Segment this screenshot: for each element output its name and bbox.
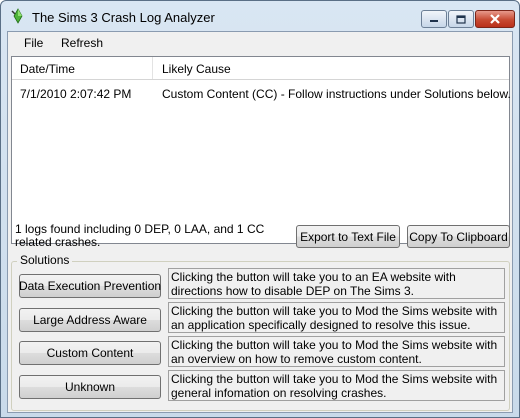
window-title: The Sims 3 Crash Log Analyzer [32,10,215,25]
column-header-cause[interactable]: Likely Cause [154,57,509,79]
sims-plumbob-icon [11,8,23,24]
crash-log-list[interactable]: Date/Time Likely Cause 7/1/2010 2:07:42 … [11,56,511,244]
solutions-label: Solutions [17,253,73,267]
copy-to-clipboard-button[interactable]: Copy To Clipboard [407,225,510,248]
close-icon [490,14,500,24]
status-text: 1 logs found including 0 DEP, 0 LAA, and… [15,222,265,249]
list-row[interactable]: 7/1/2010 2:07:42 PM Custom Content (CC) … [12,84,511,101]
app-window: The Sims 3 Crash Log Analyzer File Refre… [0,0,520,418]
dep-solution-button[interactable]: Data Execution Prevention [19,274,161,298]
unknown-solution-button[interactable]: Unknown [19,375,161,399]
laa-solution-button[interactable]: Large Address Aware [19,308,161,332]
row-date: 7/1/2010 2:07:42 PM [20,87,132,101]
row-cause: Custom Content (CC) - Follow instruction… [162,87,511,101]
laa-solution-description: Clicking the button will take you to Mod… [168,302,505,333]
menu-refresh[interactable]: Refresh [61,36,103,50]
dep-solution-description: Clicking the button will take you to an … [168,268,505,299]
minimize-icon [430,20,438,22]
custom-content-solution-description: Clicking the button will take you to Mod… [168,336,505,367]
column-header-date[interactable]: Date/Time [12,57,153,79]
custom-content-solution-button[interactable]: Custom Content [19,341,161,365]
maximize-icon [456,14,466,24]
menu-bar: File Refresh [8,32,512,54]
minimize-button[interactable] [421,10,447,28]
export-to-text-button[interactable]: Export to Text File [296,225,400,248]
title-bar[interactable]: The Sims 3 Crash Log Analyzer [1,1,519,31]
menu-file[interactable]: File [24,36,43,50]
list-header: Date/Time Likely Cause [12,57,509,80]
close-button[interactable] [475,10,515,28]
client-area: File Refresh Date/Time Likely Cause 7/1/… [7,31,513,413]
unknown-solution-description: Clicking the button will take you to Mod… [168,370,505,401]
maximize-button[interactable] [448,10,474,28]
